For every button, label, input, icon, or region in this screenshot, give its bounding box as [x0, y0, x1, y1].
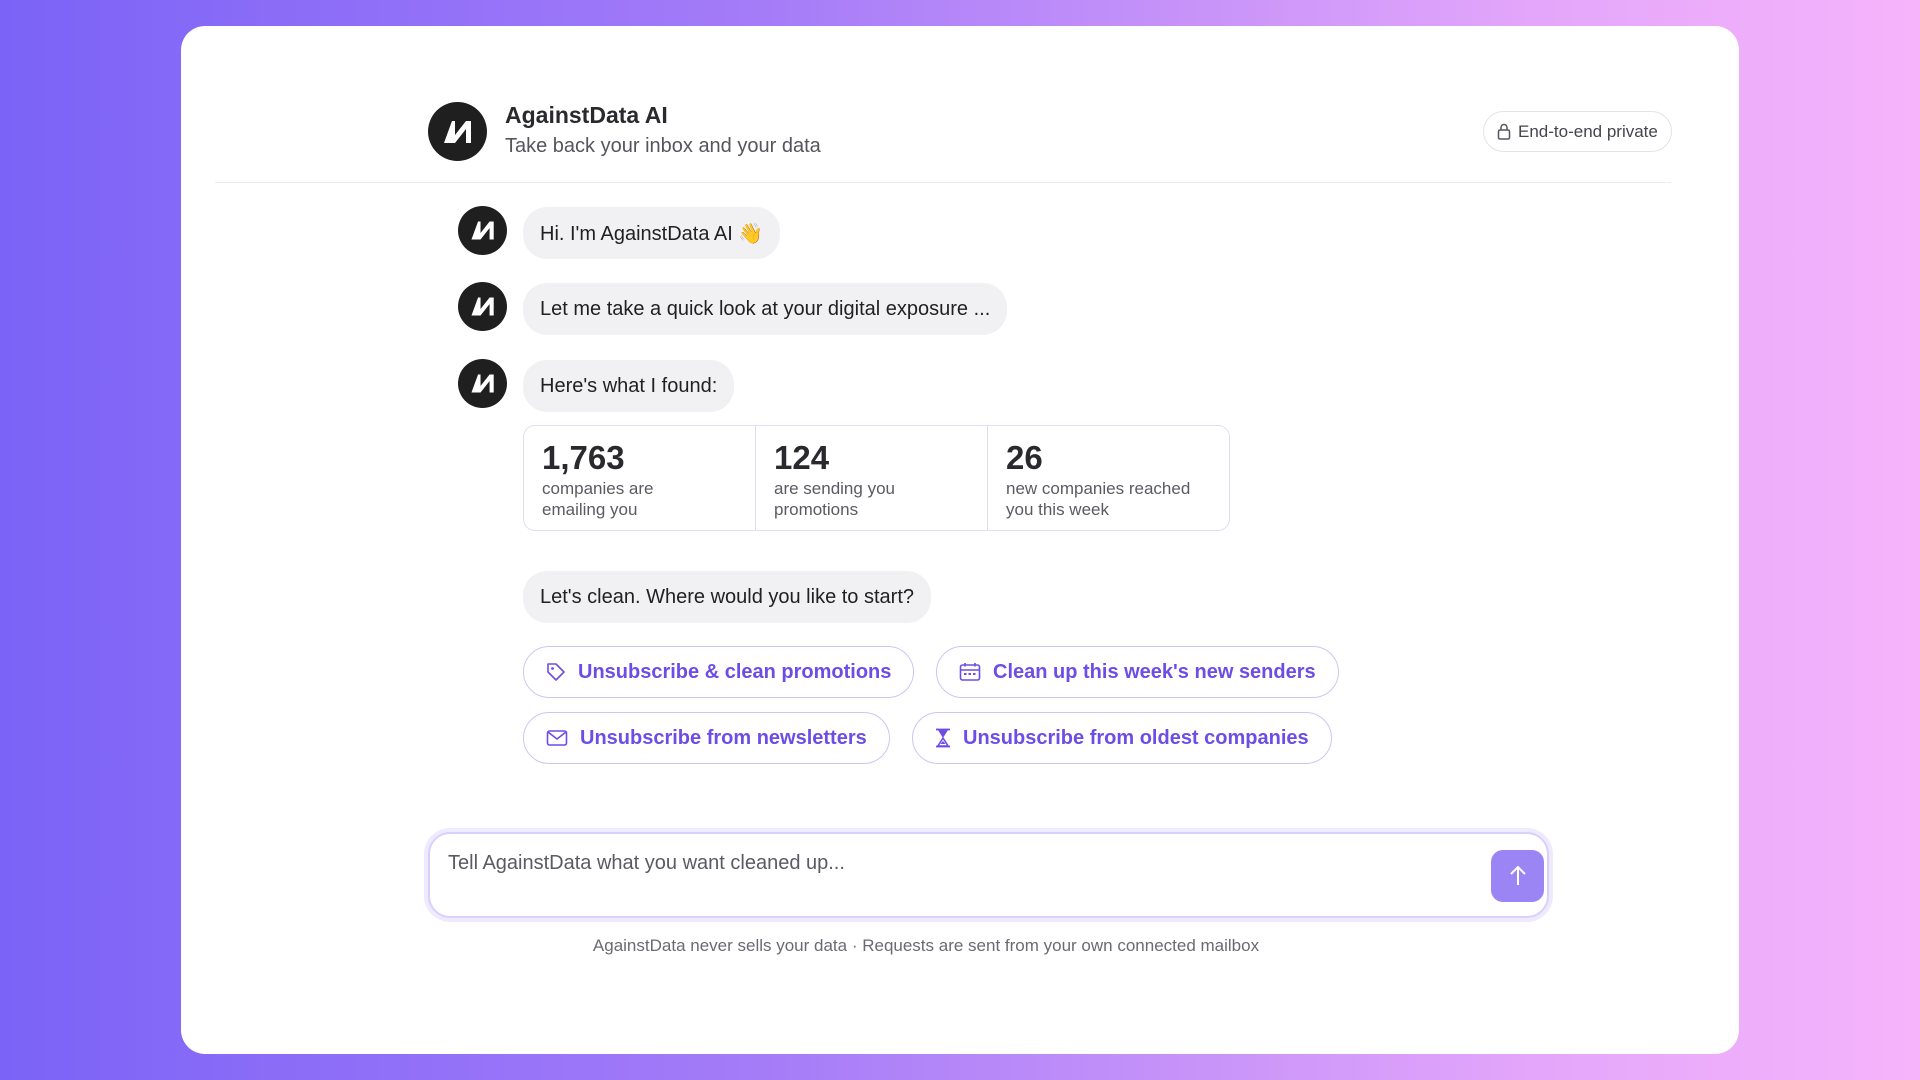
lock-icon — [1497, 123, 1511, 140]
send-button[interactable] — [1491, 850, 1544, 902]
message-composer — [428, 832, 1549, 918]
app-subtitle: Take back your inbox and your data — [505, 135, 821, 157]
logo-icon — [470, 221, 494, 240]
stat-value: 124 — [774, 439, 830, 476]
action-label: Unsubscribe & clean promotions — [578, 660, 892, 683]
clean-new-senders-button[interactable]: Clean up this week's new senders — [936, 646, 1339, 698]
stat-companies: 1,763 companies are emailing you — [524, 426, 756, 530]
logo-icon — [443, 120, 471, 143]
unsubscribe-oldest-button[interactable]: Unsubscribe from oldest companies — [912, 712, 1332, 764]
stat-value: 1,763 — [542, 439, 625, 476]
unsubscribe-newsletters-button[interactable]: Unsubscribe from newsletters — [523, 712, 890, 764]
stat-label: new companies reached you this week — [1006, 479, 1191, 519]
clean-promotions-button[interactable]: Unsubscribe & clean promotions — [523, 646, 915, 698]
bot-avatar — [458, 206, 507, 255]
logo-icon — [470, 374, 494, 393]
message-input[interactable] — [448, 848, 1448, 878]
action-label: Unsubscribe from newsletters — [580, 726, 867, 749]
bot-message-row — [458, 206, 507, 255]
bot-message-row — [458, 359, 507, 408]
calendar-icon — [959, 662, 981, 682]
privacy-footer: AgainstData never sells your data · Requ… — [592, 936, 1260, 955]
stat-promotions: 124 are sending you promotions — [756, 426, 988, 530]
stat-new-companies: 26 new companies reached you this week — [988, 426, 1229, 530]
bot-message-row — [458, 282, 507, 331]
privacy-badge: End-to-end private — [1483, 111, 1672, 152]
bot-message-prompt: Let's clean. Where would you like to sta… — [523, 571, 932, 623]
chat-card: AgainstData AI Take back your inbox and … — [181, 26, 1739, 1054]
brand-logo — [428, 102, 487, 161]
chat-header — [215, 26, 1671, 183]
tag-icon — [546, 662, 566, 682]
stat-label: are sending you promotions — [774, 479, 895, 519]
logo-icon — [470, 297, 494, 316]
stat-label: companies are emailing you — [542, 479, 654, 519]
action-label: Clean up this week's new senders — [993, 660, 1316, 683]
action-label: Unsubscribe from oldest companies — [963, 726, 1309, 749]
bot-avatar — [458, 282, 507, 331]
stat-value: 26 — [1006, 439, 1043, 476]
bot-message-found: Here's what I found: — [523, 360, 735, 412]
envelope-icon — [546, 729, 568, 747]
bot-message-greeting: Hi. I'm AgainstData AI 👋 — [523, 207, 781, 259]
arrow-up-icon — [1509, 865, 1526, 885]
hourglass-icon — [935, 728, 951, 748]
bot-message-scanning: Let me take a quick look at your digital… — [523, 283, 1008, 335]
app-title: AgainstData AI — [505, 102, 668, 128]
bot-avatar — [458, 359, 507, 408]
privacy-badge-label: End-to-end private — [1518, 121, 1658, 141]
stats-panel: 1,763 companies are emailing you 124 are… — [523, 425, 1230, 531]
